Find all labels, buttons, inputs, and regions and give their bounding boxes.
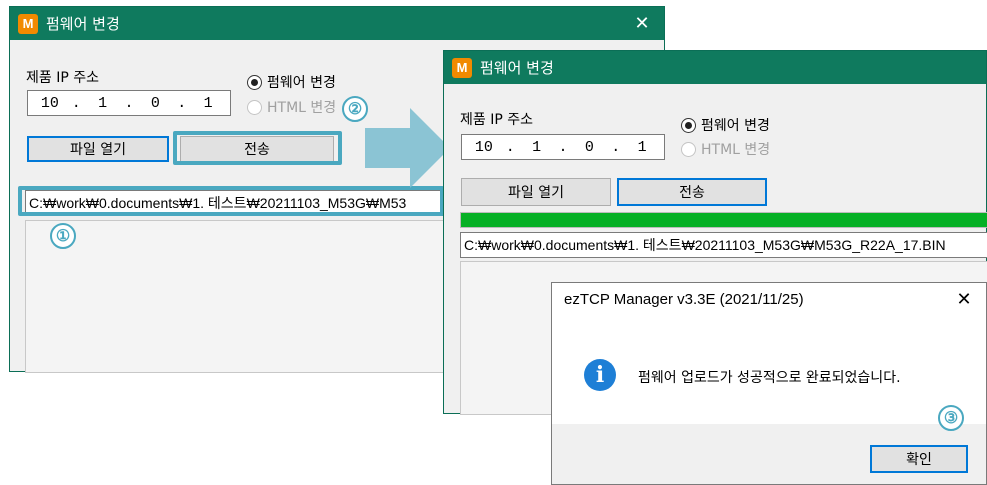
ip-octet-1[interactable]: 10 — [462, 139, 506, 156]
radio-selected-icon — [681, 117, 696, 133]
ip-label: 제품 IP 주소 — [26, 70, 99, 86]
progress-fill — [461, 213, 987, 227]
ip-address-field[interactable]: 10. 1. 0. 1 — [461, 134, 665, 160]
window-title: 펌웨어 변경 — [46, 15, 120, 33]
ip-octet-4[interactable]: 1 — [186, 95, 230, 112]
open-file-button[interactable]: 파일 열기 — [27, 136, 169, 162]
dialog-title-bar: ezTCP Manager v3.3E (2021/11/25) ✕ — [552, 283, 986, 315]
ip-label: 제품 IP 주소 — [460, 112, 533, 128]
close-icon[interactable]: ✕ — [620, 13, 664, 34]
title-bar: M 펌웨어 변경 — [444, 51, 986, 84]
radio-html-change[interactable]: HTML 변경 — [681, 139, 770, 159]
radio-html-label: HTML 변경 — [701, 142, 771, 158]
app-icon: M — [18, 13, 38, 34]
file-path-field[interactable]: C:₩work₩0.documents₩1. 테스트₩20211103_M53G… — [460, 232, 987, 258]
ip-address-field[interactable]: 10. 1. 0. 1 — [27, 90, 231, 116]
info-icon: i — [584, 359, 616, 391]
radio-firmware-change[interactable]: 펌웨어 변경 — [681, 115, 770, 135]
radio-unselected-icon — [247, 99, 262, 115]
dialog-message: 펌웨어 업로드가 성공적으로 완료되었습니다. — [638, 370, 901, 386]
title-bar: M 펌웨어 변경 ✕ — [10, 7, 664, 40]
radio-html-label: HTML 변경 — [267, 100, 337, 116]
ip-octet-4[interactable]: 1 — [620, 139, 664, 156]
ip-octet-1[interactable]: 10 — [28, 95, 72, 112]
radio-selected-icon — [247, 74, 262, 90]
radio-unselected-icon — [681, 141, 696, 157]
upload-progress-bar — [460, 212, 987, 228]
ip-octet-2[interactable]: 1 — [81, 95, 125, 112]
radio-firmware-label: 펌웨어 변경 — [267, 75, 336, 91]
radio-firmware-label: 펌웨어 변경 — [701, 118, 770, 134]
app-icon: M — [452, 57, 472, 78]
dialog-title: ezTCP Manager v3.3E (2021/11/25) — [564, 290, 804, 308]
ip-octet-3[interactable]: 0 — [134, 95, 178, 112]
send-button[interactable]: 전송 — [180, 136, 334, 162]
window-title: 펌웨어 변경 — [480, 59, 554, 77]
ok-button[interactable]: 확인 — [870, 445, 968, 473]
arrow-right-icon — [365, 108, 450, 188]
ip-octet-3[interactable]: 0 — [568, 139, 612, 156]
radio-firmware-change[interactable]: 펌웨어 변경 — [247, 72, 336, 92]
success-dialog: ezTCP Manager v3.3E (2021/11/25) ✕ i 펌웨어… — [551, 282, 987, 485]
ip-octet-2[interactable]: 1 — [515, 139, 559, 156]
close-icon[interactable]: ✕ — [942, 289, 986, 310]
radio-html-change[interactable]: HTML 변경 — [247, 97, 336, 117]
step-1-badge: ① — [50, 223, 76, 249]
step-3-badge: ③ — [938, 405, 964, 431]
send-button[interactable]: 전송 — [617, 178, 767, 206]
open-file-button[interactable]: 파일 열기 — [461, 178, 611, 206]
